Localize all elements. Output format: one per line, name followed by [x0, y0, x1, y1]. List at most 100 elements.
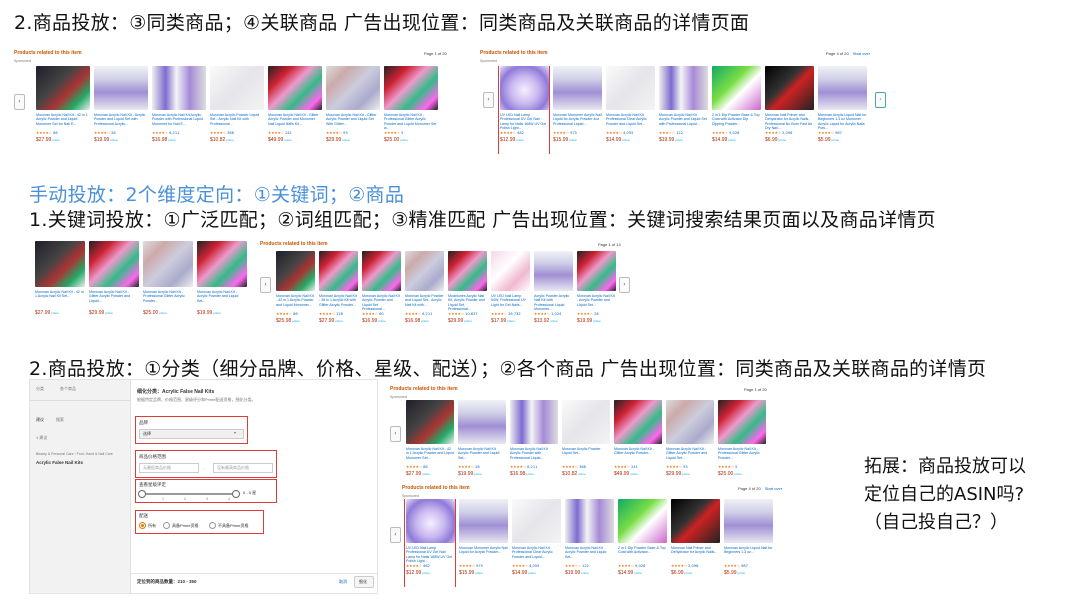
product-title[interactable]: Morovan Acrylic Nail Kit - Glitter Acryl…	[326, 113, 380, 130]
review-count[interactable]: 93	[343, 131, 348, 135]
product-image[interactable]	[712, 66, 761, 110]
product-image[interactable]	[614, 400, 662, 444]
product-card[interactable]: Morovan Acrylic Liquid Nail for Beginner…	[722, 499, 775, 587]
product-image[interactable]	[276, 251, 315, 291]
product-card[interactable]: Morovan Acrylic Powder Liquid Set - Acry…	[208, 66, 266, 154]
product-title[interactable]: Morovan Acrylic Nail Kit Acrylic Powder …	[565, 546, 614, 563]
rating-slider-track[interactable]	[141, 493, 236, 495]
rating-slider-handle-max[interactable]	[232, 490, 240, 498]
product-card[interactable]: Morovan Nail Primer and Dehydrator for A…	[669, 499, 722, 587]
product-image[interactable]	[765, 66, 814, 110]
category-item[interactable]: Acrylic False Nail Kits	[36, 460, 83, 465]
product-title[interactable]: Morovan Acrylic Nail Kit - 42 in 1 Acryl…	[36, 113, 90, 130]
review-count[interactable]: 26,732	[508, 312, 521, 316]
product-title[interactable]: Morovan Acrylic Nail Kit - Glitter Acryl…	[268, 113, 322, 130]
product-title[interactable]: Morovan Acrylic Nail Kit - Professional …	[384, 113, 438, 130]
product-image[interactable]	[577, 251, 616, 291]
review-count[interactable]: 28	[475, 465, 480, 469]
product-card[interactable]: Morovan Acrylic Nail Kit - Professional …	[382, 66, 440, 154]
radio-selected-icon[interactable]	[139, 522, 146, 529]
product-image[interactable]	[718, 400, 766, 444]
review-count[interactable]: 86	[293, 312, 298, 316]
review-count[interactable]: 28	[111, 131, 116, 135]
product-title[interactable]: Morovan Nail Primer and Dehydrator for A…	[765, 113, 814, 130]
product-image[interactable]	[618, 499, 667, 543]
product-image[interactable]	[671, 499, 720, 543]
product-title[interactable]: Acrylic Powder Acrylic Nail Kit with Pro…	[534, 294, 573, 311]
refine-button[interactable]: 细化	[354, 576, 374, 588]
product-image[interactable]	[197, 241, 247, 287]
product-image[interactable]	[491, 251, 530, 291]
product-card[interactable]: Morovan Acrylic Nail Kit - 42 in 1 Acryl…	[34, 66, 92, 154]
product-card[interactable]: Morovan Acrylic Nail Kit Acrylic Powder …	[150, 66, 208, 154]
search-result-card[interactable]: Morovan Acrylic Nail Kit - 42 in 1 Acryl…	[33, 241, 87, 330]
review-count[interactable]: 9,026	[729, 131, 739, 135]
product-image[interactable]	[818, 66, 867, 110]
next-arrow[interactable]: ›	[619, 277, 630, 293]
review-count[interactable]: 987	[835, 131, 842, 135]
review-count[interactable]: 128	[336, 312, 343, 316]
search-result-card[interactable]: Morovan Acrylic Nail Kit - Professional …	[141, 241, 195, 330]
product-image[interactable]	[326, 66, 380, 110]
product-card[interactable]: 2 in 1 Dip Powder Base & Top Coat with A…	[616, 499, 669, 587]
product-title[interactable]: Morovan Acrylic Nail Kit - Glitter Acryl…	[666, 447, 714, 464]
review-count[interactable]: 28	[594, 312, 599, 316]
product-title[interactable]: 2 in 1 Dip Powder Base & Top Coat with A…	[712, 113, 761, 130]
product-card[interactable]: UV LED Nail Lamp 54W, Professional UV Li…	[489, 251, 532, 335]
review-count[interactable]: 5	[735, 465, 737, 469]
review-count[interactable]: 5	[401, 131, 403, 135]
review-count[interactable]: 241	[631, 465, 638, 469]
search-result-card[interactable]: Morovan Acrylic Nail Kit - Acrylic Powde…	[195, 241, 249, 330]
product-title[interactable]: Morovan Acrylic Liquid Nail for Beginner…	[818, 113, 867, 130]
start-over-link[interactable]: Start over	[765, 486, 782, 491]
product-image[interactable]	[319, 251, 358, 291]
price-min-input[interactable]: 无最低商品价格	[139, 463, 199, 473]
product-title[interactable]: Morovan Acrylic Nail Kit - 36 in 1 Acryl…	[319, 294, 358, 311]
tab-individual-products[interactable]: 各个商品	[60, 386, 76, 392]
prev-arrow[interactable]: ‹	[260, 277, 271, 293]
delivery-option-all[interactable]: 所有	[139, 522, 156, 529]
product-title[interactable]: Morovan Acrylic Nail Kit Professional Cl…	[606, 113, 655, 130]
product-card[interactable]: Morovan Acrylic Nail Kit - Glitter Acryl…	[612, 400, 664, 488]
product-card[interactable]: Morovan Acrylic Nail Kit Professional Cl…	[604, 66, 657, 154]
product-card[interactable]: Morovan Acrylic Nail Kit Acrylic Powder …	[508, 400, 560, 488]
product-title[interactable]: Morovan Acrylic Nail Kit - Professional …	[143, 290, 193, 308]
product-image[interactable]	[406, 400, 454, 444]
review-count[interactable]: 9,026	[635, 564, 645, 568]
review-count[interactable]: 122	[676, 131, 683, 135]
product-image[interactable]	[152, 66, 206, 110]
rating-slider-handle-min[interactable]	[138, 490, 146, 498]
tab-category[interactable]: 分类	[36, 386, 44, 392]
product-image[interactable]	[405, 251, 444, 291]
product-title[interactable]: Morovan Acrylic Nail Kit - Acrylic Powde…	[197, 290, 247, 308]
product-card[interactable]: 2 in 1 Dip Powder Base & Top Coat with A…	[710, 66, 763, 154]
review-count[interactable]: 368	[227, 131, 234, 135]
review-count[interactable]: 368	[579, 465, 586, 469]
product-card[interactable]: Acrylic Powder Acrylic Nail Kit with Pro…	[532, 251, 575, 335]
product-card[interactable]: Morovan Acrylic Nail Kit - Acrylic Powde…	[575, 251, 618, 335]
product-title[interactable]: Morovan Monomer Acrylic Nail Liquid for …	[553, 113, 602, 130]
product-card[interactable]: UV LED Nail Lamp Professional UV Gel Nai…	[498, 66, 551, 154]
product-title[interactable]: Morovan Acrylic Nail Kit - 42 in 1 Acryl…	[35, 290, 85, 308]
review-count[interactable]: 6,211	[422, 312, 432, 316]
cancel-button[interactable]: 取消	[339, 579, 347, 585]
product-image[interactable]	[565, 499, 614, 543]
product-title[interactable]: 2 in 1 Dip Powder Base & Top Coat with A…	[618, 546, 667, 563]
radio-icon[interactable]	[163, 522, 170, 529]
product-title[interactable]: Morovan Acrylic Powder and Liquid Set - …	[405, 294, 444, 311]
product-title[interactable]: Morovan Acrylic Nail Kit - Acrylic Powde…	[94, 113, 148, 130]
product-card[interactable]: Morovan Acrylic Nail Kit - Acrylic Powde…	[92, 66, 150, 154]
product-image[interactable]	[562, 400, 610, 444]
brand-select[interactable]: 选择	[139, 429, 244, 439]
review-count[interactable]: 6,211	[169, 131, 179, 135]
product-card[interactable]: Morovan Monomer Acrylic Nail Liquid for …	[551, 66, 604, 154]
product-image[interactable]	[35, 241, 85, 287]
review-count[interactable]: 6,211	[527, 465, 537, 469]
product-title[interactable]: Morovan Acrylic Liquid Nail for Beginner…	[724, 546, 773, 563]
review-count[interactable]: 2,096	[782, 131, 792, 135]
delivery-option-prime[interactable]: 具备Prime资格	[163, 522, 198, 529]
product-image[interactable]	[268, 66, 322, 110]
product-title[interactable]: Morovan Acrylic Nail Kit - 42 in 1 Acryl…	[276, 294, 315, 311]
product-image[interactable]	[94, 66, 148, 110]
product-card[interactable]: Morovan Acrylic Nail Kit Professional Cl…	[510, 499, 563, 587]
